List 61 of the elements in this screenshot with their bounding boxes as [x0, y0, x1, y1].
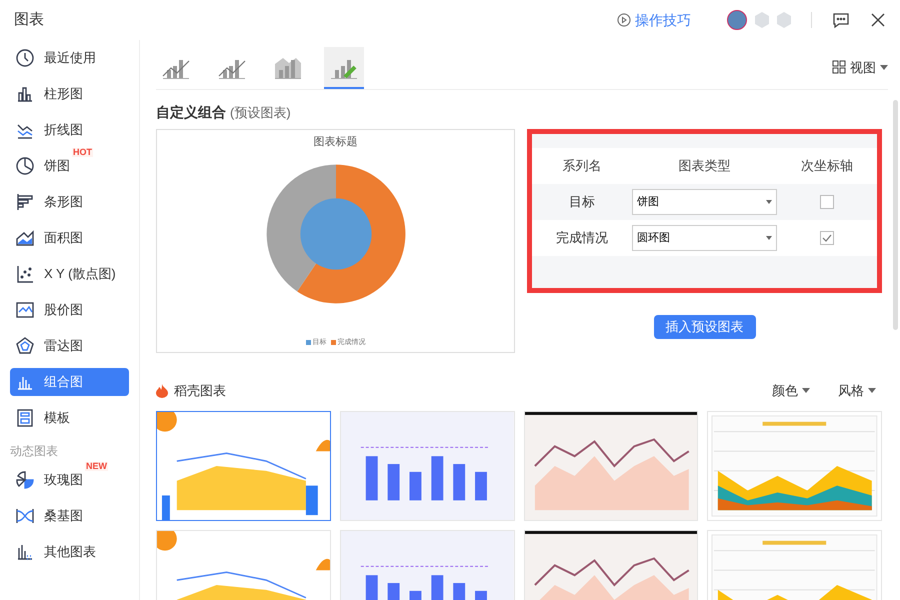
sidebar-item[interactable]: X Y (散点图)	[10, 260, 129, 288]
checkbox[interactable]	[820, 231, 834, 245]
chart-type-dropdown[interactable]: 饼图	[632, 189, 777, 215]
insert-button[interactable]: 插入预设图表	[654, 315, 756, 339]
caret-icon	[766, 200, 772, 204]
scatter-icon	[15, 264, 35, 284]
close-icon[interactable]	[870, 12, 886, 28]
sidebar-item[interactable]: 模板	[10, 404, 129, 432]
chart-type-tab[interactable]	[324, 47, 364, 89]
caret-icon	[802, 388, 810, 394]
filter-dropdown[interactable]: 风格	[838, 381, 876, 400]
window-title: 图表	[14, 10, 44, 30]
flame-icon	[156, 384, 168, 398]
column-header: 图表类型	[678, 157, 732, 176]
section-heading: 动态图表	[10, 443, 59, 460]
chat-icon[interactable]	[832, 11, 850, 29]
checkbox[interactable]	[820, 195, 834, 209]
section-title: 自定义组合	[156, 103, 226, 122]
caret-icon	[868, 388, 876, 394]
section-subtitle: (预设图表)	[230, 104, 291, 122]
caret-icon	[766, 236, 772, 240]
column-header: 系列名	[562, 157, 602, 176]
series-name: 完成情况	[555, 229, 609, 248]
view-button[interactable]: 视图	[832, 58, 888, 77]
sidebar-item[interactable]: 折线图	[10, 116, 129, 144]
sidebar-item[interactable]: 桑基图	[10, 502, 129, 530]
badge: NEW	[85, 462, 108, 472]
chart-title: 图表标题	[314, 135, 358, 150]
series-name: 目标	[568, 193, 596, 212]
column-header: 次坐标轴	[800, 157, 854, 176]
caret-icon	[880, 64, 888, 70]
sidebar-item[interactable]: 柱形图	[10, 80, 129, 108]
stock-chart-icon	[15, 300, 35, 320]
chart-type-dropdown[interactable]: 圆环图	[632, 225, 777, 251]
scrollbar[interactable]	[893, 100, 898, 330]
badge-icon	[777, 12, 791, 28]
template-icon	[15, 408, 35, 428]
radar-icon	[15, 336, 35, 356]
filter-dropdown[interactable]: 颜色	[772, 381, 810, 400]
sidebar-item[interactable]: 股价图	[10, 296, 129, 324]
badge-icon	[755, 12, 769, 28]
sankey-icon	[15, 506, 35, 526]
pie-chart-icon	[15, 156, 35, 176]
rose-chart-icon	[15, 470, 35, 490]
area-chart-icon	[15, 228, 35, 248]
tips-link[interactable]: 操作技巧	[617, 10, 691, 30]
grid-icon	[832, 60, 846, 74]
sidebar-item[interactable]: 面积图	[10, 224, 129, 252]
play-icon	[617, 13, 631, 27]
sidebar-item[interactable]: 条形图	[10, 188, 129, 216]
clock-icon	[15, 48, 35, 68]
horizontal-bar-icon	[15, 192, 35, 212]
section-title: 稻壳图表	[174, 382, 226, 400]
sidebar-item[interactable]: 组合图	[10, 368, 129, 396]
avatar[interactable]	[727, 10, 747, 30]
badge: HOT	[72, 148, 93, 158]
sidebar-item[interactable]: 最近使用	[10, 44, 129, 72]
other-chart-icon	[15, 542, 35, 562]
check-icon	[822, 234, 832, 242]
sidebar-item[interactable]: 雷达图	[10, 332, 129, 360]
sidebar-item[interactable]: 其他图表	[10, 538, 129, 566]
